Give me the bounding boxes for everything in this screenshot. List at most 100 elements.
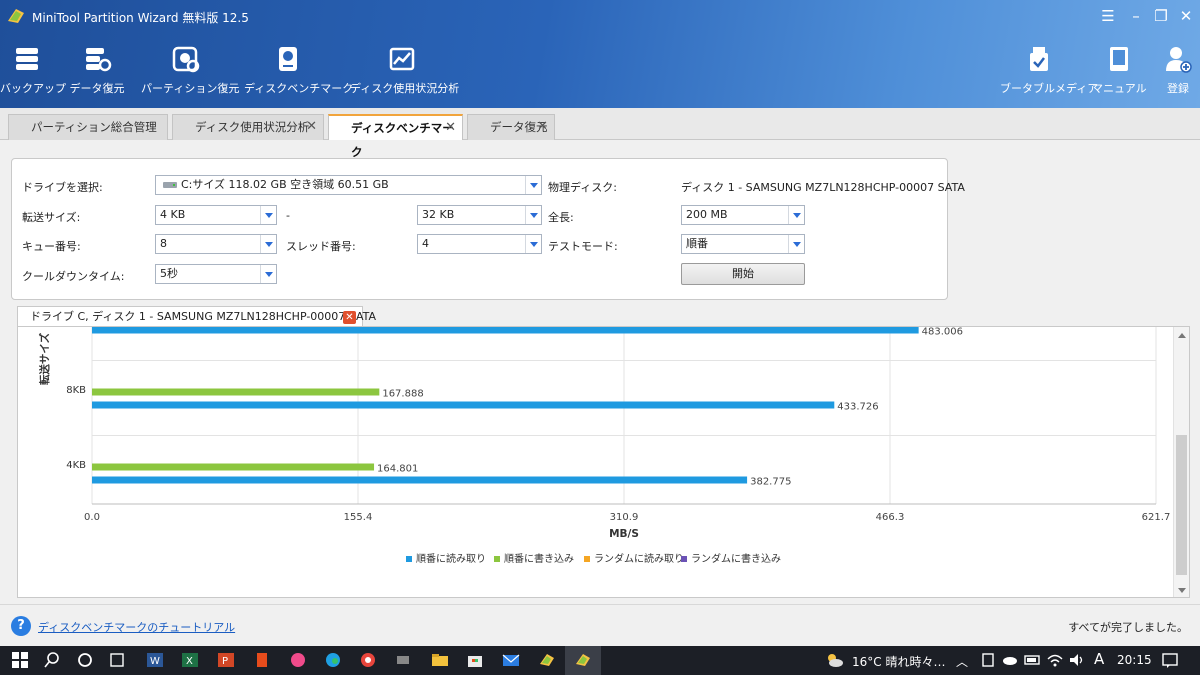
chevron-down-icon (260, 235, 276, 253)
x-tick-label: 0.0 (84, 512, 100, 523)
transfer-size-from-select[interactable]: 4 KB (155, 205, 277, 225)
total-length-select[interactable]: 200 MB (681, 205, 805, 225)
chrome-icon[interactable] (358, 651, 378, 669)
powerpoint-icon[interactable]: P (216, 651, 236, 669)
backup-button[interactable]: バックアップ (0, 44, 66, 100)
transfer-size-to-select[interactable]: 32 KB (417, 205, 542, 225)
benchmark-chart: 0.0 155.4 310.9 466.3 621.7 4KB 8KB 382.775 433.… (38, 327, 1171, 565)
bootable-media-button[interactable]: ブータブルメディア (1000, 44, 1098, 100)
notification-icon[interactable] (1160, 651, 1180, 669)
backup-icon (16, 48, 38, 70)
bar-value-label: 483.006 (922, 327, 963, 338)
help-icon[interactable]: ? (11, 616, 31, 636)
app-header: MiniTool Partition Wizard 無料版 12.5 ☰ – ❐… (0, 0, 1200, 108)
data-recovery-icon (86, 48, 112, 72)
chevron-down-icon (260, 265, 276, 283)
office-icon[interactable] (252, 651, 272, 669)
tab-data-recovery[interactable]: データ復元 ✕ (467, 114, 555, 140)
manual-icon (1110, 47, 1128, 71)
physical-disk-value: ディスク 1 - SAMSUNG MZ7LN128HCHP-00007 SATA (681, 181, 965, 194)
close-result-icon[interactable]: ✕ (343, 311, 356, 324)
close-tab-icon[interactable]: ✕ (306, 115, 317, 139)
start-button[interactable]: 開始 (681, 263, 805, 285)
partition-wizard-active-icon[interactable] (573, 651, 593, 669)
manual-button[interactable]: マニュアル (1092, 44, 1147, 100)
weather-icon[interactable] (824, 651, 844, 669)
disk-benchmark-icon (279, 47, 297, 71)
thread-number-label: スレッド番号: (286, 240, 356, 253)
itunes-icon[interactable] (288, 651, 308, 669)
status-text: すべてが完了しました。 (1068, 621, 1188, 634)
volume-icon[interactable] (1067, 651, 1087, 669)
cooldown-label: クールダウンタイム: (22, 270, 125, 283)
queue-number-select[interactable]: 8 (155, 234, 277, 254)
partition-wizard-taskbar-icon[interactable] (537, 651, 557, 669)
chevron-down-icon (788, 206, 804, 224)
tab-bar: パーティション総合管理 ディスク使用状況分析 ✕ ディスクベンチマーク ✕ デー… (0, 108, 1200, 159)
app-logo-icon (8, 9, 24, 23)
chevron-down-icon (525, 235, 541, 253)
tab-space-analyzer[interactable]: ディスク使用状況分析 ✕ (172, 114, 324, 140)
word-icon[interactable]: W (145, 651, 165, 669)
wifi-icon[interactable] (1045, 651, 1065, 669)
space-analyzer-button[interactable]: ディスク使用状況分析 (350, 44, 459, 100)
legend-label: ランダムに読み取り (594, 552, 684, 565)
svg-text:X: X (186, 656, 193, 667)
menu-icon[interactable]: ☰ (1097, 6, 1119, 26)
svg-text:W: W (150, 656, 160, 667)
onedrive-icon[interactable] (1000, 651, 1020, 669)
cortana-icon[interactable] (75, 651, 95, 669)
legend-swatch (406, 556, 412, 562)
close-button[interactable]: ✕ (1175, 6, 1197, 26)
app-icon[interactable] (393, 651, 413, 669)
benchmark-result-panel: 0.0 155.4 310.9 466.3 621.7 4KB 8KB 382.775 433.… (17, 326, 1190, 598)
battery-icon[interactable] (1023, 651, 1043, 669)
physical-disk-label: 物理ディスク: (548, 181, 617, 194)
tab-partition-management[interactable]: パーティション総合管理 (8, 114, 168, 140)
benchmark-settings-panel: ドライブを選択: C:サイズ 118.02 GB 空き領域 60.51 GB 物… (11, 158, 965, 300)
clock[interactable]: 20:15 (1117, 653, 1152, 667)
thread-number-select[interactable]: 4 (417, 234, 542, 254)
test-mode-select[interactable]: 順番 (681, 234, 805, 254)
footer-bar: ? ディスクベンチマークのチュートリアル すべてが完了しました。 (0, 604, 1200, 646)
range-dash: - (286, 209, 290, 222)
close-tab-icon[interactable]: ✕ (445, 116, 456, 140)
search-icon[interactable] (42, 651, 62, 669)
y-category-label: 8KB (66, 385, 86, 396)
vertical-scrollbar[interactable] (1173, 327, 1189, 597)
close-tab-icon[interactable]: ✕ (537, 115, 548, 139)
scroll-up-icon[interactable] (1178, 333, 1186, 338)
edge-icon[interactable] (323, 651, 343, 669)
minimize-button[interactable]: – (1125, 6, 1147, 26)
partition-recovery-button[interactable]: パーティション復元 (141, 44, 239, 100)
chevron-up-icon[interactable]: ︿ (956, 653, 968, 670)
file-explorer-icon[interactable] (430, 651, 450, 669)
weather-text[interactable]: 16°C 晴れ時々… (852, 653, 945, 670)
space-analyzer-icon (389, 47, 415, 71)
restore-button[interactable]: ❐ (1150, 6, 1172, 26)
scroll-thumb[interactable] (1176, 435, 1187, 575)
test-mode-label: テストモード: (548, 240, 618, 253)
scroll-down-icon[interactable] (1178, 588, 1186, 593)
ime-indicator[interactable]: A (1094, 650, 1104, 668)
bar-value-label: 167.888 (382, 389, 423, 400)
data-recovery-button[interactable]: データ復元 (66, 44, 128, 100)
task-view-icon[interactable] (107, 651, 127, 669)
mail-icon[interactable] (501, 651, 521, 669)
tab-disk-benchmark[interactable]: ディスクベンチマーク ✕ (328, 114, 463, 159)
store-icon[interactable] (465, 651, 485, 669)
windows-start-icon[interactable] (10, 651, 30, 669)
chevron-down-icon (525, 206, 541, 224)
excel-icon[interactable]: X (180, 651, 200, 669)
register-button[interactable]: 登録 (1158, 44, 1198, 100)
drive-select[interactable]: C:サイズ 118.02 GB 空き領域 60.51 GB (155, 175, 542, 195)
result-tab[interactable]: ドライブ C, ディスク 1 - SAMSUNG MZ7LN128HCHP-00… (17, 306, 376, 327)
cooldown-select[interactable]: 5秒 (155, 264, 277, 284)
device-icon[interactable] (978, 651, 998, 669)
y-axis-title: 転送サイズ (38, 332, 51, 385)
x-tick-label: 466.3 (876, 512, 905, 523)
register-icon (1166, 47, 1192, 73)
x-tick-label: 621.7 (1142, 512, 1171, 523)
tutorial-link[interactable]: ディスクベンチマークのチュートリアル (38, 619, 235, 635)
disk-benchmark-button[interactable]: ディスクベンチマーク (244, 44, 353, 100)
